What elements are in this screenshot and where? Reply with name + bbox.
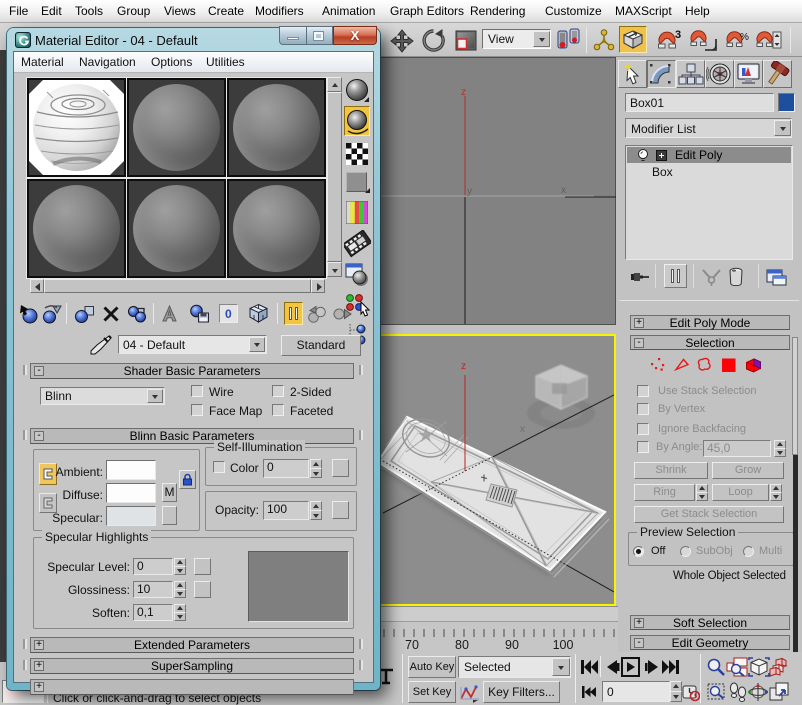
- svg-text:y: y: [467, 186, 472, 197]
- svg-text:z: z: [461, 361, 466, 372]
- svg-text:90: 90: [505, 638, 519, 652]
- svg-text:x: x: [520, 424, 525, 435]
- svg-text:100: 100: [553, 638, 574, 652]
- svg-text:80: 80: [455, 638, 469, 652]
- svg-text:z: z: [461, 87, 466, 98]
- svg-text:x: x: [561, 185, 566, 196]
- svg-text:%: %: [740, 32, 749, 43]
- svg-text:3: 3: [675, 29, 681, 41]
- svg-text:70: 70: [405, 638, 419, 652]
